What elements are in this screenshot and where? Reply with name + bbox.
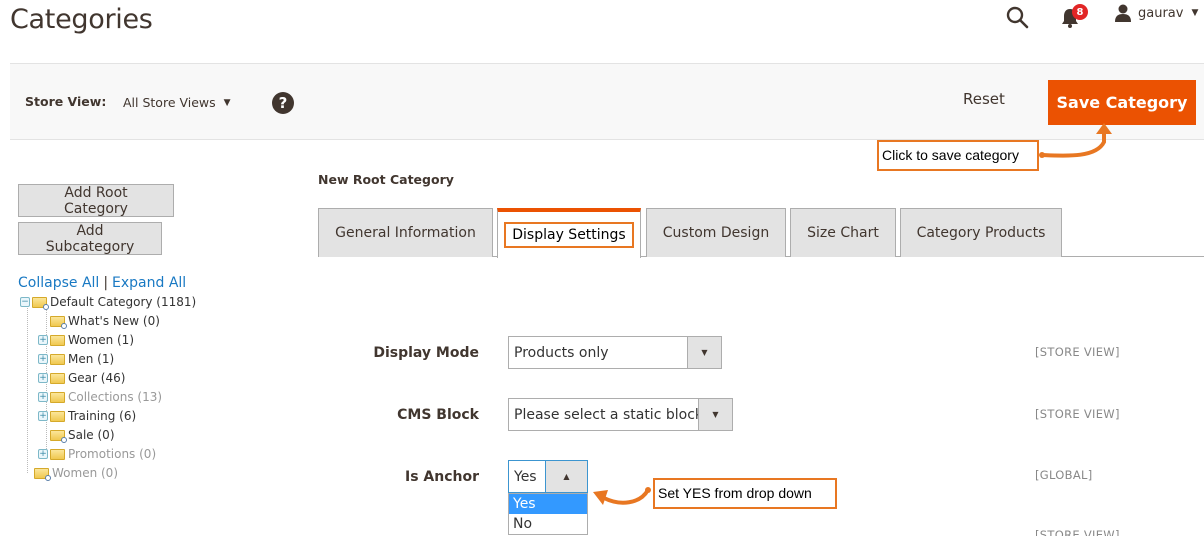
notifications-button[interactable]: 8 [1060,4,1090,28]
save-category-button[interactable]: Save Category [1048,80,1196,125]
tree-node-whats-new[interactable]: What's New (0) [50,312,160,330]
add-root-category-button[interactable]: Add Root Category [18,184,174,217]
is-anchor-scope: [GLOBAL] [1035,468,1093,482]
is-anchor-dropdown: Yes No [508,493,588,535]
folder-icon [34,467,51,481]
expand-icon[interactable]: + [38,392,48,402]
tree-node-gear[interactable]: + Gear (46) [38,369,125,387]
tree-node-promotions[interactable]: + Promotions (0) [38,445,156,463]
chevron-down-icon: ▼ [687,337,721,368]
tree-node-men[interactable]: + Men (1) [38,350,114,368]
section-title: New Root Category [318,172,454,187]
tree-node-training[interactable]: + Training (6) [38,407,136,425]
store-view-value: All Store Views [123,95,216,110]
reset-button[interactable]: Reset [963,90,1005,108]
folder-icon [50,315,67,329]
store-view-switcher[interactable]: All Store Views ▼ [123,95,231,110]
expand-icon[interactable]: + [38,373,48,383]
anchor-callout: Set YES from drop down [653,478,837,509]
tree-node-collections[interactable]: + Collections (13) [38,388,162,406]
tree-controls: Collapse All | Expand All [18,275,186,291]
tree-node-women[interactable]: + Women (1) [38,331,134,349]
notifications-badge: 8 [1072,4,1088,20]
display-mode-select[interactable]: Products only ▼ [508,336,722,369]
user-menu[interactable]: gaurav ▼ [1114,4,1198,22]
cms-block-scope: [STORE VIEW] [1035,407,1120,421]
collapse-all-link[interactable]: Collapse All [18,275,99,291]
help-icon[interactable]: ? [272,92,294,114]
tree-node-default-category[interactable]: − Default Category (1181) [20,293,196,311]
expand-all-link[interactable]: Expand All [112,275,186,291]
search-icon[interactable] [1005,5,1029,29]
chevron-up-icon: ▲ [545,461,587,492]
tab-category-products[interactable]: Category Products [900,208,1062,257]
store-view-bar: Store View: All Store Views ▼ ? Reset Sa… [10,63,1204,140]
separator: | [103,275,109,291]
folder-icon [50,410,65,422]
is-anchor-select[interactable]: Yes ▲ [508,460,588,493]
folder-icon [50,448,65,460]
save-callout: Click to save category [877,140,1039,171]
expand-icon[interactable]: + [38,354,48,364]
user-icon [1115,4,1131,22]
is-anchor-label: Is Anchor [404,469,479,485]
user-name: gaurav [1138,5,1184,21]
cms-block-label: CMS Block [397,407,479,423]
option-no[interactable]: No [509,514,587,534]
folder-icon [32,296,49,310]
store-view-label: Store View: [25,94,107,109]
tab-display-settings[interactable]: Display Settings [497,208,641,258]
chevron-down-icon: ▼ [1191,8,1199,18]
page-title: Categories [10,4,153,35]
folder-icon [50,353,65,365]
tree-node-women-root[interactable]: Women (0) [34,464,118,482]
expand-icon[interactable]: + [38,335,48,345]
folder-icon [50,334,65,346]
chevron-down-icon: ▼ [223,97,231,108]
anchor-callout-arrow [593,487,651,505]
folder-icon [50,372,65,384]
display-mode-scope: [STORE VIEW] [1035,345,1120,359]
folder-icon [50,391,65,403]
tree-node-sale[interactable]: Sale (0) [50,426,115,444]
tab-custom-design[interactable]: Custom Design [646,208,786,257]
tab-bar: General Information Display Settings Cus… [318,208,1204,258]
next-field-scope: [STORE VIEW] [1035,528,1120,536]
expand-icon[interactable]: + [38,449,48,459]
collapse-icon[interactable]: − [20,297,30,307]
tab-general-information[interactable]: General Information [318,208,493,257]
option-yes[interactable]: Yes [509,494,587,514]
folder-icon [50,429,67,443]
chevron-down-icon: ▼ [698,399,732,430]
display-mode-label: Display Mode [373,345,479,361]
add-subcategory-button[interactable]: Add Subcategory [18,222,162,255]
expand-icon[interactable]: + [38,411,48,421]
cms-block-select[interactable]: Please select a static block. ▼ [508,398,733,431]
tab-size-chart[interactable]: Size Chart [790,208,896,257]
